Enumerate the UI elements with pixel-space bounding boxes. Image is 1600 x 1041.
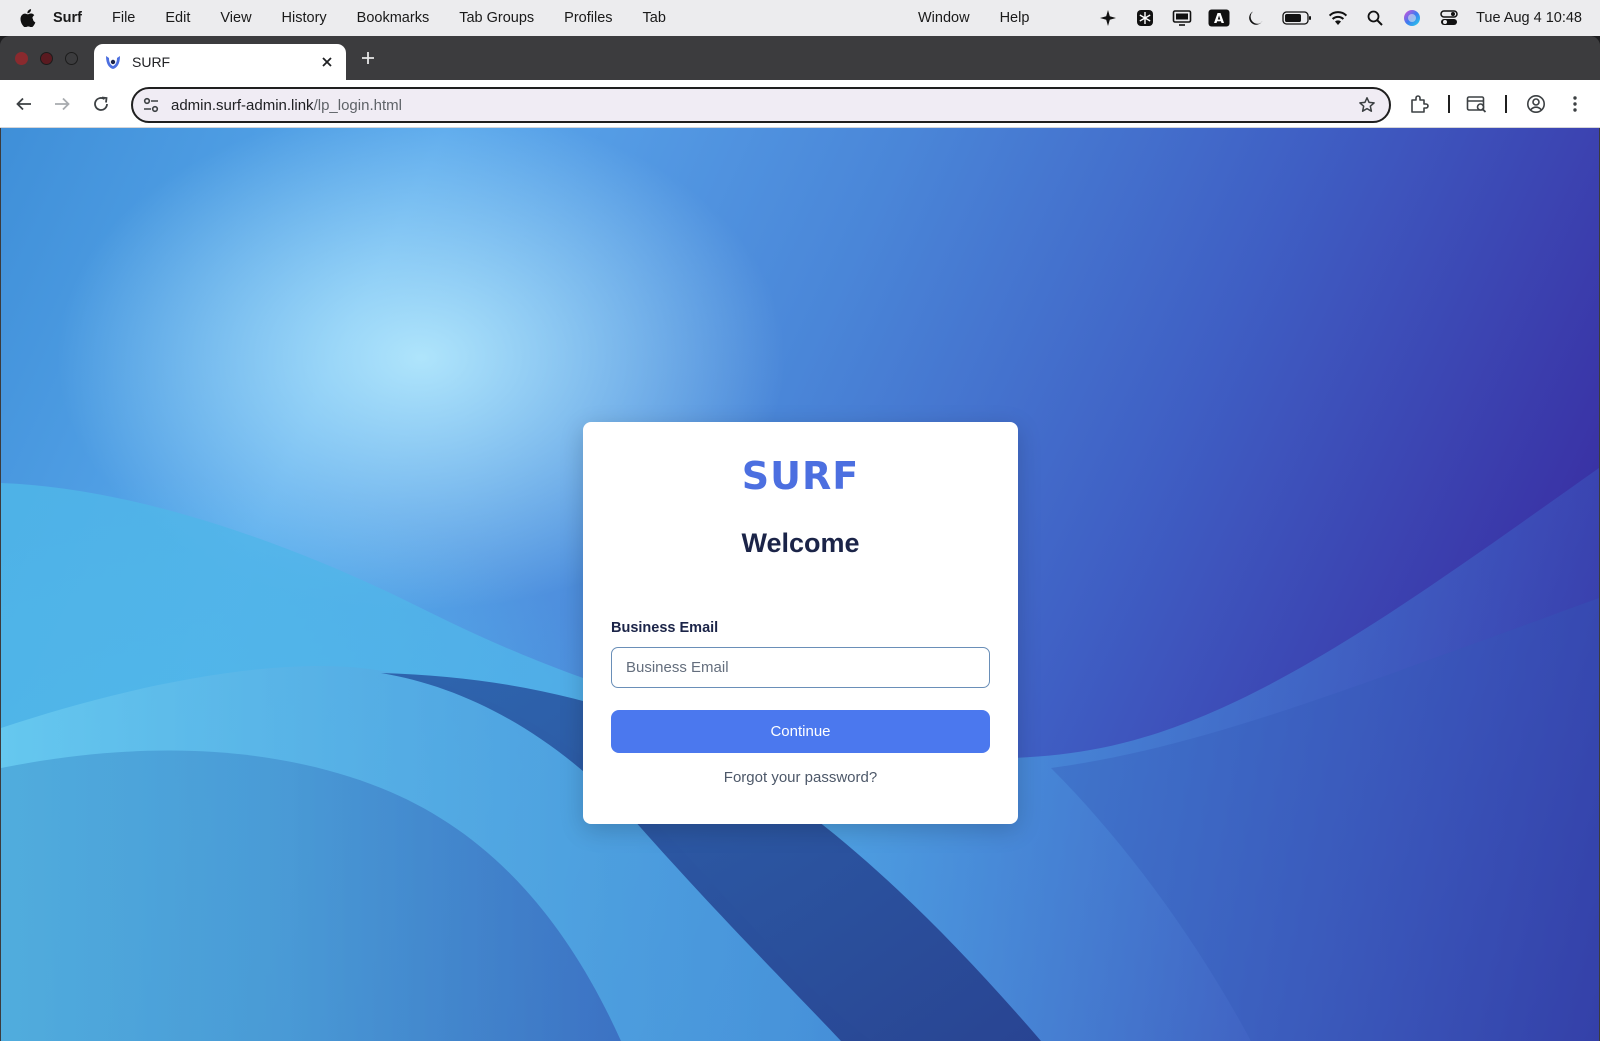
url-path: /lp_login.html: [313, 96, 402, 114]
email-label: Business Email: [611, 620, 719, 636]
menu-history[interactable]: History: [282, 10, 327, 26]
text-input-icon[interactable]: A: [1208, 9, 1230, 27]
menu-clock[interactable]: Tue Aug 4 10:48: [1476, 10, 1582, 26]
bookmark-star-icon[interactable]: [1357, 95, 1377, 115]
window-close-button[interactable]: [15, 52, 28, 65]
profile-icon[interactable]: [1525, 93, 1547, 115]
menu-window[interactable]: Window: [918, 10, 970, 26]
window-minimize-button[interactable]: [40, 52, 53, 65]
forward-arrow-icon[interactable]: [51, 93, 73, 115]
menu-bookmarks[interactable]: Bookmarks: [357, 10, 430, 26]
menu-app-name[interactable]: Surf: [53, 10, 82, 26]
kebab-menu-icon[interactable]: [1564, 93, 1586, 115]
window-zoom-button[interactable]: [65, 52, 78, 65]
battery-icon[interactable]: [1282, 9, 1312, 27]
email-field[interactable]: [611, 647, 990, 688]
forgot-password-link[interactable]: Forgot your password?: [583, 769, 1018, 786]
search-icon[interactable]: [1364, 9, 1386, 27]
browser-window: SURF admin.surf-admin.link/lp_login.html: [0, 36, 1600, 1041]
extensions-icon[interactable]: [1408, 93, 1430, 115]
moon-icon[interactable]: [1245, 9, 1267, 27]
menu-view[interactable]: View: [220, 10, 251, 26]
menu-bar: Surf File Edit View History Bookmarks Ta…: [0, 0, 1600, 36]
wifi-icon[interactable]: [1327, 9, 1349, 27]
page-title: Welcome: [741, 528, 860, 558]
snowflake-icon[interactable]: [1134, 9, 1156, 27]
tab-search-icon[interactable]: [1466, 93, 1488, 115]
sparkle-icon[interactable]: [1097, 9, 1119, 27]
site-settings-icon[interactable]: [141, 95, 161, 115]
menu-tab-groups[interactable]: Tab Groups: [459, 10, 534, 26]
display-icon[interactable]: [1171, 9, 1193, 27]
toolbar-divider: [1505, 95, 1507, 113]
url-host: admin.surf-admin.link: [171, 96, 314, 114]
menu-help[interactable]: Help: [1000, 10, 1030, 26]
tab-strip: SURF: [0, 36, 1600, 80]
surf-favicon-icon: [104, 53, 122, 71]
control-center-icon[interactable]: [1438, 9, 1460, 27]
page-viewport: SURF Welcome Business Email Continue For…: [1, 128, 1599, 1041]
tab-title: SURF: [132, 54, 171, 70]
svg-text:A: A: [1214, 12, 1224, 27]
continue-button[interactable]: Continue: [611, 710, 990, 753]
status-area: A Tue Aug 4 10:48: [1082, 0, 1582, 36]
menu-profiles[interactable]: Profiles: [564, 10, 612, 26]
logo-text: SURF: [741, 454, 860, 498]
siri-icon[interactable]: [1401, 9, 1423, 27]
menu-file[interactable]: File: [112, 10, 135, 26]
toolbar-divider: [1448, 95, 1450, 113]
reload-icon[interactable]: [90, 93, 112, 115]
new-tab-icon[interactable]: [358, 48, 378, 68]
apple-menu-icon[interactable]: [19, 9, 37, 27]
url-text[interactable]: admin.surf-admin.link/lp_login.html: [171, 97, 1357, 114]
tab-surf[interactable]: SURF: [94, 44, 346, 80]
browser-toolbar: admin.surf-admin.link/lp_login.html: [0, 80, 1600, 128]
tab-close-icon[interactable]: [318, 53, 336, 71]
login-card: SURF Welcome Business Email Continue For…: [583, 422, 1018, 824]
back-arrow-icon[interactable]: [13, 93, 35, 115]
address-bar[interactable]: admin.surf-admin.link/lp_login.html: [131, 87, 1391, 123]
surf-logo: SURF: [583, 454, 1018, 498]
menu-tab[interactable]: Tab: [643, 10, 666, 26]
menu-edit[interactable]: Edit: [165, 10, 190, 26]
